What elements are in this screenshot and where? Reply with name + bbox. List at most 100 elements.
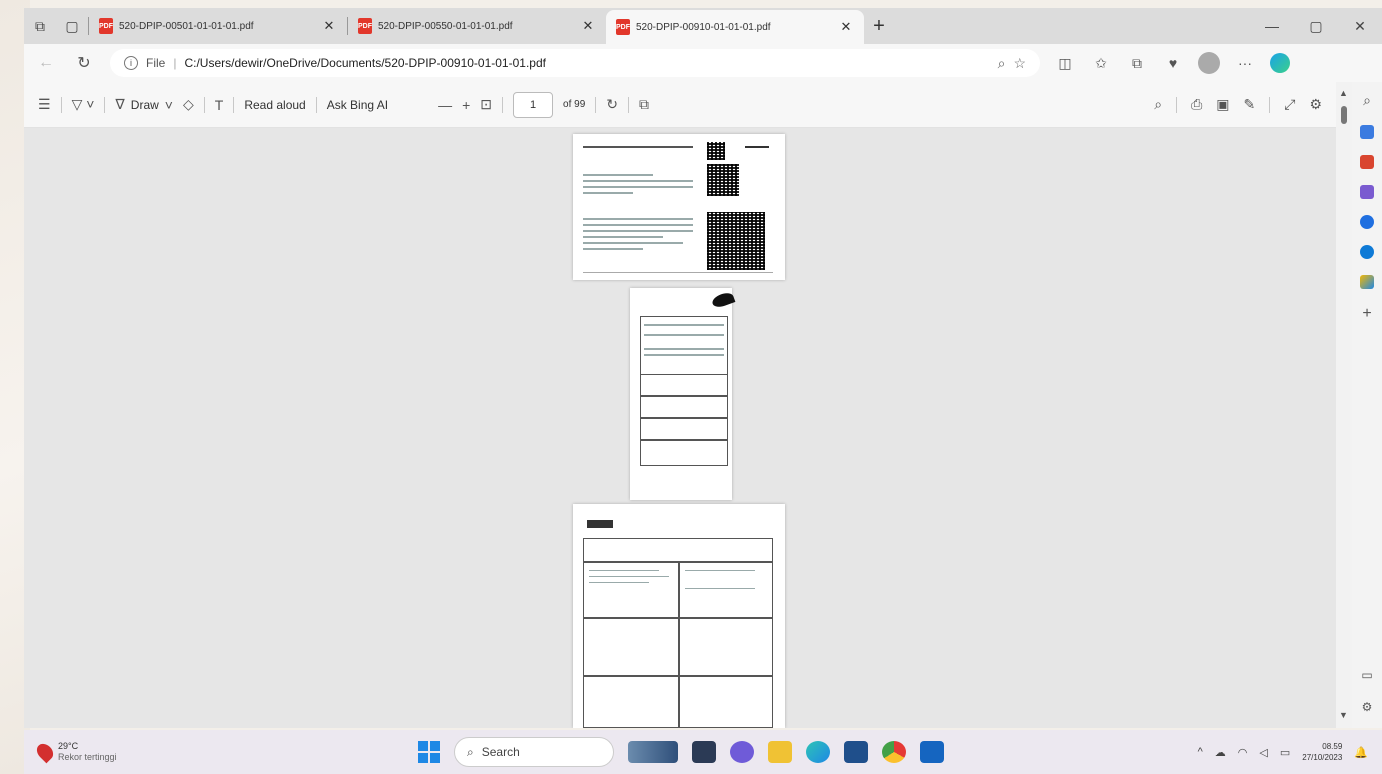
fit-page-icon[interactable]: ⊡: [480, 96, 492, 113]
viewer-scrollbar[interactable]: ▲ ▼: [1336, 82, 1352, 728]
workspaces-icon[interactable]: ⧉: [24, 10, 56, 42]
close-icon[interactable]: ✕: [838, 19, 854, 35]
page-number-input[interactable]: 1: [513, 91, 554, 118]
back-icon[interactable]: ←: [34, 54, 58, 72]
shopping-icon[interactable]: [1360, 125, 1374, 139]
widget-app-icon[interactable]: [628, 741, 678, 763]
tab-actions-icon[interactable]: ▢: [56, 10, 88, 42]
toolbar-divider: [1176, 96, 1178, 113]
notification-bell-icon[interactable]: 🔔: [1354, 746, 1368, 759]
taskbar-search[interactable]: ⌕ Search: [454, 737, 614, 767]
games-icon[interactable]: [1360, 185, 1374, 199]
chrome-icon[interactable]: [882, 741, 906, 763]
new-tab-button[interactable]: +: [864, 15, 894, 38]
text-line: [583, 218, 693, 220]
close-window-icon[interactable]: ✕: [1338, 18, 1382, 35]
pdf-page-3[interactable]: [573, 504, 785, 728]
word-icon[interactable]: [920, 741, 944, 763]
pdf-page-2[interactable]: [630, 288, 736, 500]
tab-pdf-00910[interactable]: PDF 520-DPIP-00910-01-01-01.pdf ✕: [606, 10, 864, 44]
info-icon[interactable]: i: [124, 56, 138, 70]
text-line: [685, 588, 755, 589]
save-as-icon[interactable]: ✎: [1244, 96, 1256, 113]
file-explorer-icon[interactable]: [768, 741, 792, 763]
highlight-icon[interactable]: ▽ ˅: [72, 96, 95, 113]
restore-icon[interactable]: ▢: [1294, 18, 1338, 35]
pdf-viewer[interactable]: [24, 128, 1336, 728]
save-icon[interactable]: ▣: [1216, 96, 1229, 113]
copilot-icon[interactable]: [1270, 53, 1290, 73]
windows-start-icon[interactable]: [418, 741, 440, 763]
collections-icon[interactable]: ⧉: [1126, 55, 1148, 72]
text-line: [589, 576, 669, 577]
add-sidebar-app-icon[interactable]: +: [1362, 305, 1371, 323]
toolbar-divider: [104, 96, 106, 113]
clock[interactable]: 08.59 27/10/2023: [1302, 741, 1342, 763]
outlook-icon[interactable]: [1360, 245, 1374, 259]
zoom-icon[interactable]: ⌕: [998, 55, 1006, 72]
search-icon[interactable]: ⌕: [1154, 96, 1162, 113]
weather-text: 29°C Rekor tertinggi: [58, 741, 117, 763]
print-icon[interactable]: ⎙: [1191, 96, 1202, 113]
settings-icon[interactable]: ⚙: [1309, 96, 1322, 113]
favorites-icon[interactable]: ✩: [1090, 55, 1112, 72]
form-cell: [679, 618, 773, 676]
close-icon[interactable]: ✕: [321, 18, 337, 34]
sidebar-search-icon[interactable]: ⌕: [1363, 92, 1371, 109]
more-icon[interactable]: ···: [1234, 55, 1256, 71]
store-icon[interactable]: [844, 741, 868, 763]
sidebar-settings-icon[interactable]: ⚙: [1362, 700, 1373, 714]
text-line: [644, 354, 724, 356]
scroll-up-icon[interactable]: ▲: [1339, 88, 1348, 98]
browser-essentials-icon[interactable]: ♥: [1162, 55, 1184, 71]
hide-sidebar-icon[interactable]: ▭: [1361, 668, 1372, 682]
tools-icon[interactable]: [1360, 155, 1374, 169]
drop-icon[interactable]: [1360, 275, 1374, 289]
weather-widget[interactable]: 29°C Rekor tertinggi: [33, 740, 418, 764]
fullscreen-icon[interactable]: ⤢: [1284, 96, 1295, 113]
pdf-page-1[interactable]: [573, 134, 785, 280]
zoom-in-icon[interactable]: +: [462, 97, 470, 113]
text-line: [644, 334, 724, 336]
page-view-icon[interactable]: ⧉: [639, 96, 649, 113]
volume-icon[interactable]: ◁: [1259, 746, 1267, 759]
battery-icon[interactable]: ▭: [1280, 746, 1290, 759]
chevron-up-icon[interactable]: ^: [1198, 746, 1203, 758]
logo-mark: [587, 520, 613, 528]
eraser-icon[interactable]: ◇: [183, 96, 194, 113]
tab-pdf-00501[interactable]: PDF 520-DPIP-00501-01-01-01.pdf ✕: [89, 11, 347, 41]
minimize-icon[interactable]: —: [1250, 18, 1294, 35]
url-separator: |: [173, 56, 177, 70]
scroll-thumb[interactable]: [1341, 106, 1347, 124]
pdf-file-icon: PDF: [616, 19, 630, 35]
text-line: [644, 348, 724, 350]
wifi-icon[interactable]: ◠: [1238, 746, 1248, 759]
zoom-out-icon[interactable]: —: [438, 97, 452, 113]
close-icon[interactable]: ✕: [580, 18, 596, 34]
favorite-star-icon[interactable]: ☆: [1013, 55, 1026, 72]
toolbar-divider: [60, 96, 62, 113]
text-line: [583, 174, 653, 176]
refresh-icon[interactable]: ↻: [72, 53, 96, 73]
text-line: [583, 248, 643, 250]
scroll-down-icon[interactable]: ▼: [1339, 710, 1348, 720]
office-icon[interactable]: [1360, 215, 1374, 229]
url-field[interactable]: i File | C:/Users/dewir/OneDrive/Documen…: [110, 49, 1040, 77]
rotate-icon[interactable]: ↻: [606, 96, 618, 113]
tab-pdf-00550[interactable]: PDF 520-DPIP-00550-01-01-01.pdf ✕: [348, 11, 606, 41]
toolbar-divider: [203, 96, 205, 113]
onedrive-icon[interactable]: ☁: [1215, 746, 1226, 759]
split-screen-icon[interactable]: ◫: [1054, 55, 1076, 72]
text-icon[interactable]: T: [215, 97, 224, 113]
edge-sidebar: ⌕ + ▭ ⚙: [1352, 82, 1382, 728]
draw-button[interactable]: ∇ Draw ˅: [115, 96, 173, 113]
profile-avatar[interactable]: [1198, 52, 1220, 74]
read-aloud-button[interactable]: Read aloud: [244, 98, 305, 112]
qr-code: [707, 212, 765, 270]
ask-bing-button[interactable]: Ask Bing AI: [327, 98, 388, 112]
chat-icon[interactable]: [730, 741, 754, 763]
text-line: [589, 582, 649, 583]
contents-icon[interactable]: ☰: [38, 96, 51, 113]
edge-browser-icon[interactable]: [806, 741, 830, 763]
task-view-icon[interactable]: [692, 741, 716, 763]
